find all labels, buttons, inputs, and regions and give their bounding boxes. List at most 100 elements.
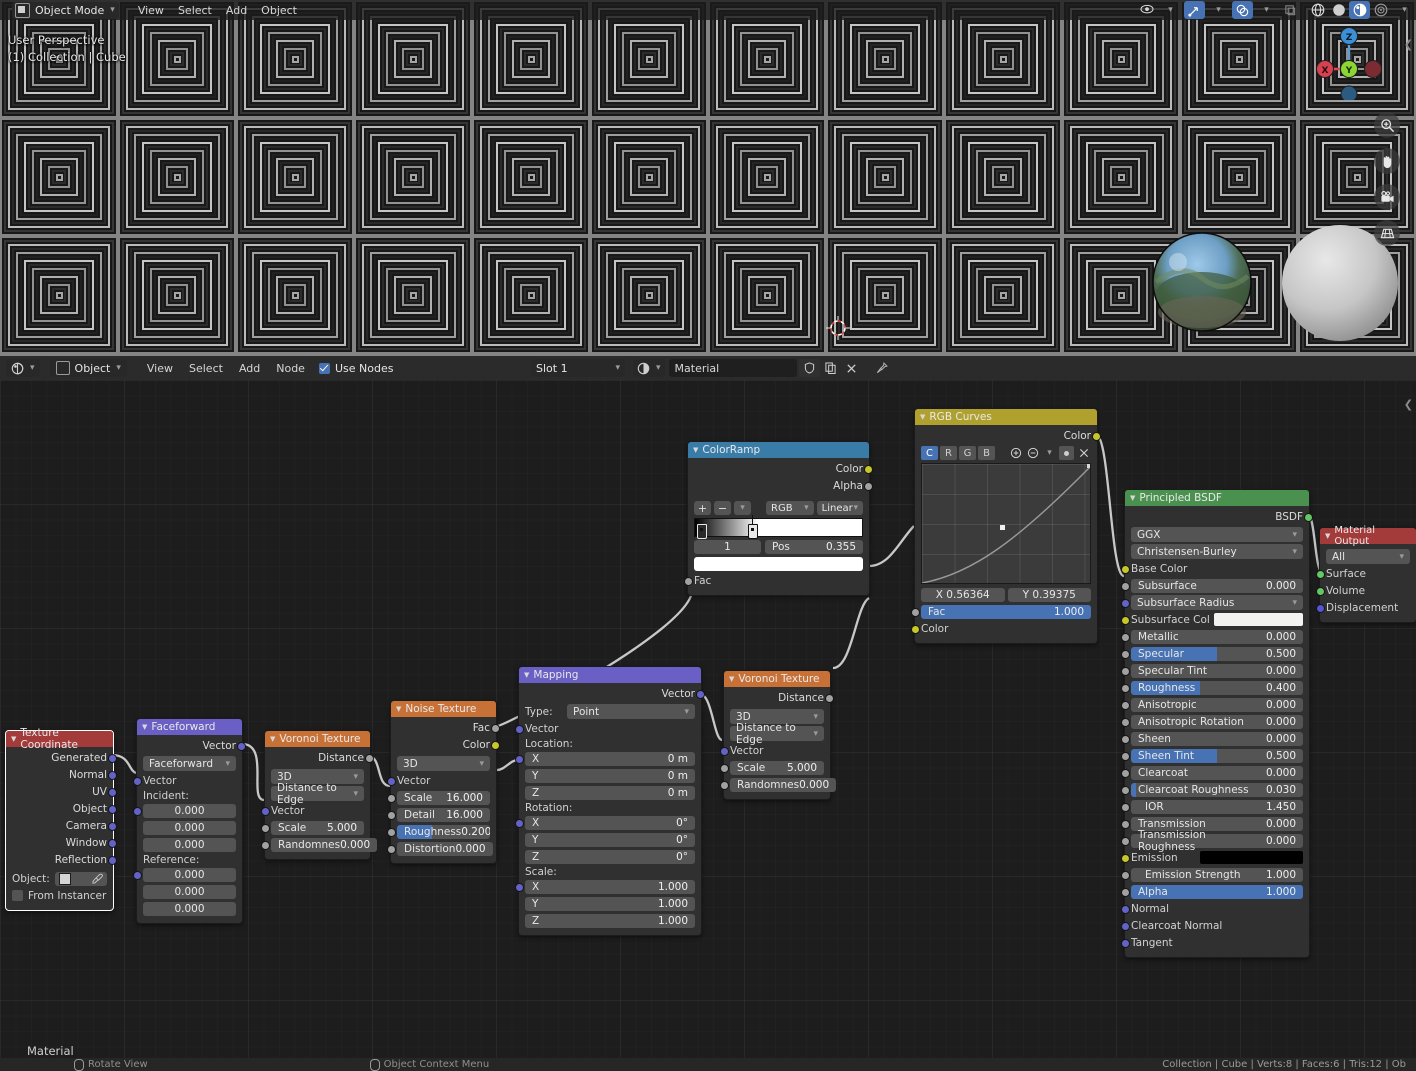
target-dropdown[interactable]: All ▾	[1326, 549, 1410, 564]
socket-scale[interactable]	[387, 794, 396, 803]
node-header[interactable]: ▼ Mapping	[519, 667, 701, 683]
viewport-menu-select[interactable]: Select	[171, 2, 219, 19]
viewport-menu-object[interactable]: Object	[254, 2, 304, 19]
node-material-output[interactable]: ▼ Material Output All ▾ Surface Volume Di…	[1316, 525, 1416, 623]
collapse-triangle-icon[interactable]: ▼	[11, 735, 16, 743]
output-fac[interactable]: Fac	[397, 720, 500, 735]
socket-alpha[interactable]	[1121, 888, 1130, 897]
output-bsdf[interactable]: BSDF	[1131, 509, 1313, 524]
output-normal[interactable]: Normal	[12, 767, 117, 782]
chevron-down-icon[interactable]: ▾	[1042, 446, 1057, 460]
socket-clearcoat[interactable]	[1121, 769, 1130, 778]
collapse-triangle-icon[interactable]: ▼	[920, 413, 925, 421]
socket-incident[interactable]	[133, 807, 142, 816]
curve-coord-y[interactable]: Y 0.39375	[1007, 587, 1091, 602]
socket-subsurface[interactable]	[1121, 582, 1130, 591]
scale-y[interactable]: Y 1.000	[525, 896, 695, 911]
param-sheen[interactable]: Sheen 0.000	[1121, 731, 1303, 746]
colorramp-menu-button[interactable]: ▾	[734, 501, 751, 515]
socket-reference[interactable]	[133, 871, 142, 880]
param-ior[interactable]: IOR 1.450	[1121, 799, 1303, 814]
output-vector[interactable]: Vector	[525, 686, 705, 701]
socket-bsdf[interactable]	[1304, 513, 1313, 522]
node-menu-add[interactable]: Add	[231, 362, 268, 375]
location-z[interactable]: Z 0 m	[525, 785, 695, 800]
input-fac[interactable]: Fac 1.000	[911, 604, 1091, 619]
socket-object[interactable]	[108, 805, 117, 814]
delete-icon[interactable]	[1076, 446, 1091, 460]
colorramp-color-row[interactable]	[694, 556, 863, 571]
socket-normal[interactable]	[108, 771, 117, 780]
type-dropdown[interactable]: Point ▾	[567, 704, 695, 719]
incident-x-value[interactable]: 0.000	[143, 803, 236, 818]
clipping-icon[interactable]	[1059, 446, 1074, 460]
socket-randomness[interactable]	[720, 781, 729, 790]
node-header[interactable]: ▼ Faceforward	[137, 719, 242, 735]
param-anisotropic[interactable]: Anisotropic 0.000	[1121, 697, 1303, 712]
subsurface-method-dropdown[interactable]: Christensen-Burley ▾	[1131, 544, 1303, 559]
reference-x-value[interactable]: 0.000	[143, 867, 236, 882]
dimension-dropdown[interactable]: 3D ▾	[397, 756, 490, 771]
input-vector[interactable]: Vector	[261, 803, 364, 818]
feature-row[interactable]: Distance to Edge ▾	[271, 782, 364, 806]
navigation-gizmo[interactable]: Z X Y	[1310, 22, 1388, 103]
3d-viewport[interactable]: Object Mode ▾ View Select Add Object ▾ ▾…	[0, 0, 1416, 356]
input-normal[interactable]: Normal	[1121, 901, 1303, 916]
node-colorramp[interactable]: ▼ ColorRamp Color Alpha + − ▾ RGB ▾ Linea…	[684, 441, 873, 596]
hand-icon[interactable]	[1374, 148, 1400, 174]
target-row[interactable]: All ▾	[1326, 549, 1410, 564]
input-volume[interactable]: Volume	[1316, 583, 1410, 598]
param-roughness[interactable]: Roughness 0.200	[387, 824, 490, 839]
colorramp-index-field[interactable]: 1	[694, 539, 761, 554]
socket-detail[interactable]	[387, 811, 396, 820]
param-alpha[interactable]: Alpha 1.000	[1121, 884, 1303, 899]
socket-vector-in[interactable]	[387, 777, 396, 786]
socket-displacement[interactable]	[1316, 604, 1325, 613]
node-menu-select[interactable]: Select	[181, 362, 231, 375]
object-field[interactable]	[54, 871, 107, 886]
emission-color-swatch[interactable]	[1199, 851, 1303, 864]
socket-sheen[interactable]	[1121, 735, 1130, 744]
node-header[interactable]: ▼ Material Output	[1320, 525, 1416, 547]
socket-alpha[interactable]	[864, 482, 873, 491]
output-color[interactable]: Color	[694, 461, 873, 476]
copy-icon[interactable]	[820, 359, 841, 377]
curve-tab-c[interactable]: C	[921, 446, 938, 460]
pin-icon[interactable]	[872, 359, 893, 377]
socket-base-color[interactable]	[1121, 565, 1130, 574]
visibility-dropdown-icon[interactable]: ▾	[1157, 1, 1178, 19]
output-distance[interactable]: Distance	[271, 750, 374, 765]
gizmo-dropdown-icon[interactable]: ▾	[1205, 1, 1226, 19]
socket-sheen-tint[interactable]	[1121, 752, 1130, 761]
add-stop-button[interactable]: +	[694, 501, 711, 515]
socket-clearcoat-roughness[interactable]	[1121, 786, 1130, 795]
shader-node-editor[interactable]: ▾ Object ▾ View Select Add Node Use Node…	[0, 356, 1416, 1071]
interpolation-dropdown[interactable]: Linear ▾	[816, 501, 863, 515]
output-camera[interactable]: Camera	[12, 818, 117, 833]
shading-material-icon[interactable]	[1349, 1, 1370, 19]
param-distortion[interactable]: Distortion 0.000	[387, 841, 493, 856]
type-row[interactable]: Type: Point ▾	[525, 704, 695, 719]
node-menu-view[interactable]: View	[139, 362, 181, 375]
object-picker-row[interactable]: Object:	[12, 871, 107, 886]
socket-transmission[interactable]	[1121, 820, 1130, 829]
socket-vector-out[interactable]	[237, 742, 246, 751]
param-specular[interactable]: Specular 0.500	[1121, 646, 1303, 661]
node-header[interactable]: ▼ Voronoi Texture	[265, 731, 370, 747]
node-faceforward[interactable]: ▼ Faceforward Vector Faceforward ▾ Vector…	[133, 718, 246, 924]
dimension-row[interactable]: 3D ▾	[397, 756, 490, 771]
input-vector[interactable]: Vector	[133, 773, 236, 788]
output-color[interactable]: Color	[397, 737, 500, 752]
socket-clearcoat-normal[interactable]	[1121, 922, 1130, 931]
colorramp-color-swatch[interactable]	[694, 556, 863, 571]
output-color[interactable]: Color	[921, 428, 1101, 443]
socket-distance[interactable]	[825, 694, 834, 703]
param-scale[interactable]: Scale 5.000	[720, 760, 824, 775]
socket-scale[interactable]	[515, 883, 524, 892]
reference-y[interactable]: 0.000	[143, 884, 236, 899]
node-texture-coordinate[interactable]: ▼ Texture Coordinate Generated Normal UV…	[5, 727, 117, 911]
reference-y-value[interactable]: 0.000	[143, 884, 236, 899]
operation-dropdown[interactable]: Faceforward ▾	[143, 756, 236, 771]
shading-solid-icon[interactable]	[1328, 1, 1349, 19]
param-scale[interactable]: Scale 16.000	[387, 790, 490, 805]
